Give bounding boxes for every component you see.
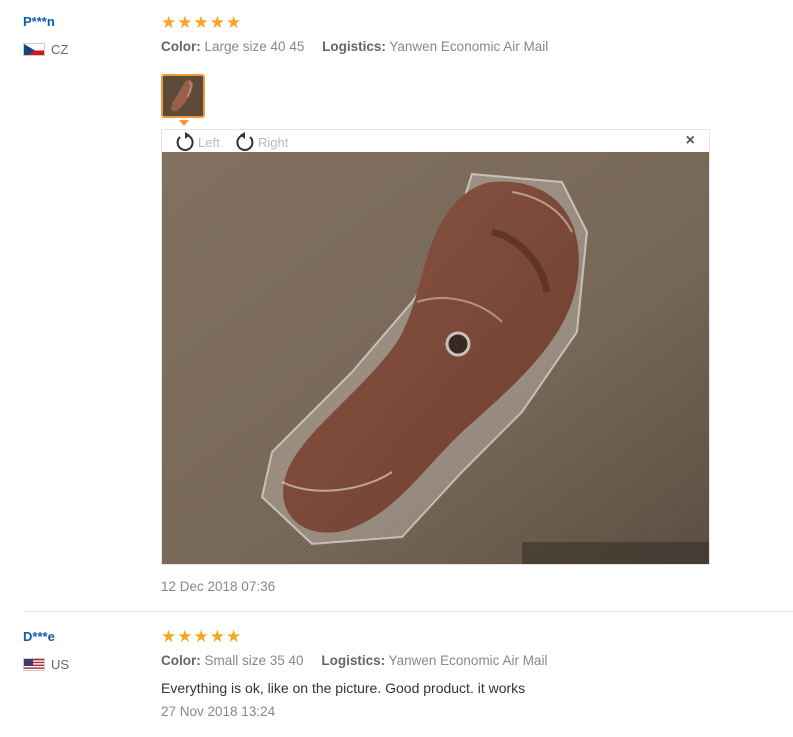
logistics-label: Logistics:	[321, 653, 386, 668]
reviewer-name: D***e	[23, 629, 55, 644]
review-item: D***e US ★ ★ ★ ★ ★ Color: Small size 35 …	[0, 611, 793, 737]
review-photo-thumbnail[interactable]	[161, 74, 205, 118]
review-date: 12 Dec 2018 07:36	[161, 579, 276, 594]
viewer-toolbar: Left Right ×	[162, 130, 709, 152]
cz-flag-icon	[23, 43, 45, 56]
star-icon: ★	[209, 627, 225, 646]
star-icon: ★	[193, 627, 209, 646]
star-icon: ★	[177, 627, 193, 646]
logistics-label: Logistics:	[322, 39, 386, 54]
color-label: Color:	[161, 653, 201, 668]
us-flag-icon	[23, 658, 45, 671]
reviewer-name: P***n	[23, 14, 55, 29]
rotate-left-label: Left	[198, 134, 220, 150]
reviewer-country: US	[23, 657, 69, 672]
star-icon: ★	[161, 13, 177, 32]
color-label: Color:	[161, 39, 201, 54]
review-item: P***n CZ ★ ★ ★ ★ ★ Color: Large size 40 …	[0, 0, 793, 611]
star-icon: ★	[177, 13, 193, 32]
review-date: 27 Nov 2018 13:24	[161, 704, 276, 719]
thumbnail-caret-icon	[179, 120, 189, 126]
photo-viewer: Left Right ×	[161, 129, 710, 565]
star-rating: ★ ★ ★ ★ ★	[161, 628, 241, 645]
rotate-left-icon	[176, 132, 194, 151]
color-value: Large size 40 45	[204, 39, 305, 54]
close-viewer-button[interactable]: ×	[686, 133, 695, 149]
review-photo	[162, 152, 709, 564]
rotate-right-button[interactable]: Right	[234, 132, 288, 152]
country-code: CZ	[51, 42, 69, 57]
star-icon: ★	[209, 13, 225, 32]
star-icon: ★	[226, 13, 242, 32]
country-code: US	[51, 657, 70, 672]
rotate-right-label: Right	[258, 134, 289, 150]
logistics-value: Yanwen Economic Air Mail	[389, 39, 549, 54]
color-value: Small size 35 40	[204, 653, 304, 668]
star-icon: ★	[226, 627, 242, 646]
order-meta: Color: Large size 40 45 Logistics: Yanwe…	[161, 39, 562, 54]
reviewer-country: CZ	[23, 42, 68, 57]
star-rating: ★ ★ ★ ★ ★	[161, 14, 241, 31]
rotate-left-button[interactable]: Left	[174, 132, 220, 152]
logistics-value: Yanwen Economic Air Mail	[388, 653, 548, 668]
review-text: Everything is ok, like on the picture. G…	[161, 680, 526, 696]
rotate-right-icon	[236, 132, 254, 151]
star-icon: ★	[193, 13, 209, 32]
star-icon: ★	[161, 627, 177, 646]
order-meta: Color: Small size 35 40 Logistics: Yanwe…	[161, 653, 561, 668]
